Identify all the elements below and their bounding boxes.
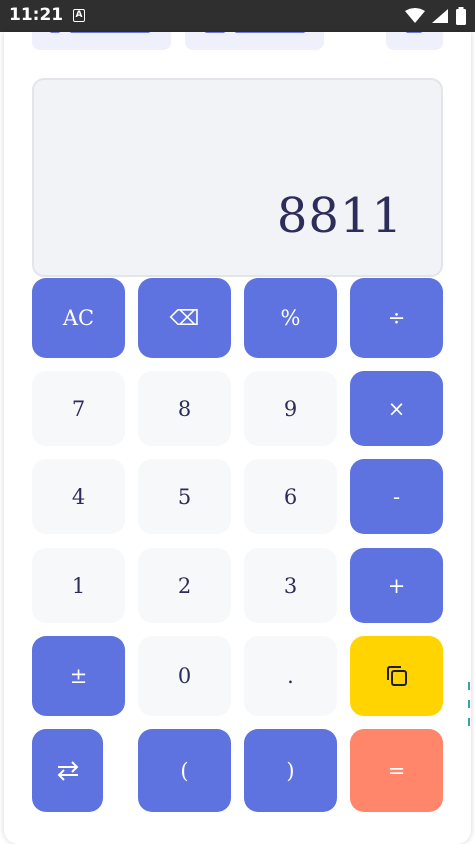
mode-tab-middle[interactable]: [185, 32, 324, 50]
divide-button[interactable]: ÷: [350, 278, 443, 358]
digit-6-button[interactable]: 6: [244, 459, 337, 534]
calculator-sheet: 8811 AC ⌫ % ÷ 7 8 9 × 4 5 6 - 1 2 3 + ± …: [4, 32, 471, 844]
tab-glyph: [70, 32, 150, 33]
digit-4-button[interactable]: 4: [32, 459, 125, 534]
edge-mark: [468, 700, 470, 708]
status-time: 11:21: [9, 5, 64, 25]
clear-button[interactable]: AC: [32, 278, 125, 358]
digit-0-button[interactable]: 0: [138, 636, 231, 716]
close-paren-button[interactable]: ): [244, 729, 337, 812]
digit-8-button[interactable]: 8: [138, 371, 231, 446]
digit-7-button[interactable]: 7: [32, 371, 125, 446]
result-display: 8811: [32, 78, 443, 277]
percent-button[interactable]: %: [244, 278, 337, 358]
digit-3-button[interactable]: 3: [244, 548, 337, 623]
multiply-button[interactable]: ×: [350, 371, 443, 446]
edge-mark: [468, 718, 470, 726]
tab-glyph: [205, 32, 225, 33]
edge-decoration: [467, 672, 471, 792]
edge-mark: [468, 682, 470, 690]
digit-1-button[interactable]: 1: [32, 548, 125, 623]
swap-button[interactable]: [32, 729, 103, 812]
equals-button[interactable]: =: [350, 729, 443, 812]
decimal-button[interactable]: .: [244, 636, 337, 716]
tab-glyph: [50, 32, 60, 33]
notification-icon: A: [73, 9, 85, 22]
signal-icon: [432, 9, 448, 23]
copy-button[interactable]: [350, 636, 443, 716]
wifi-icon: [405, 8, 425, 23]
display-value: 8811: [276, 188, 403, 244]
plus-minus-button[interactable]: ±: [32, 636, 125, 716]
settings-tab[interactable]: [386, 32, 443, 50]
backspace-button[interactable]: ⌫: [138, 278, 231, 358]
battery-icon: [456, 7, 466, 25]
subtract-button[interactable]: -: [350, 459, 443, 534]
digit-9-button[interactable]: 9: [244, 371, 337, 446]
open-paren-button[interactable]: (: [138, 729, 231, 812]
status-icons: [405, 7, 467, 25]
gear-icon: [406, 32, 422, 33]
digit-2-button[interactable]: 2: [138, 548, 231, 623]
copy-icon: [386, 666, 407, 686]
mode-tab-left[interactable]: [32, 32, 171, 50]
status-bar: 11:21 A: [0, 0, 475, 32]
digit-5-button[interactable]: 5: [138, 459, 231, 534]
add-button[interactable]: +: [350, 548, 443, 623]
tab-glyph: [235, 32, 305, 33]
swap-arrows-icon: [57, 760, 78, 781]
